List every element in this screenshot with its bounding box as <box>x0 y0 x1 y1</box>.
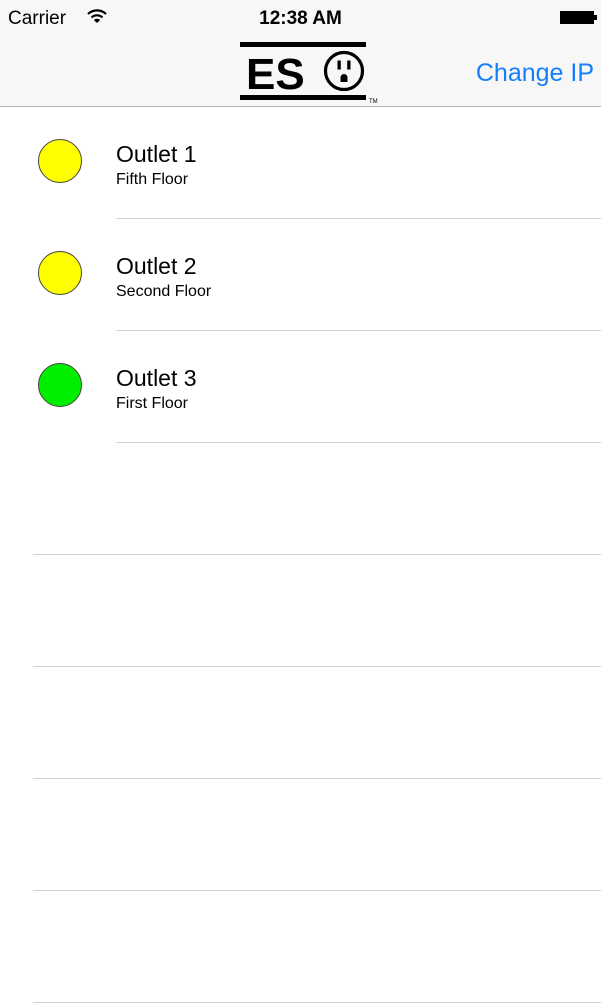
empty-row <box>0 891 601 1003</box>
status-indicator <box>38 251 82 295</box>
outlet-list: Outlet 1 Fifth Floor Outlet 2 Second Flo… <box>0 107 601 1003</box>
eso-logo: ES TM <box>240 42 378 104</box>
outlet-title: Outlet 2 <box>116 253 197 279</box>
battery-full-icon <box>560 11 597 24</box>
outlet-title: Outlet 3 <box>116 365 197 391</box>
empty-row <box>0 443 601 555</box>
empty-row <box>0 667 601 779</box>
outlet-title: Outlet 1 <box>116 141 197 167</box>
outlet-location: First Floor <box>116 395 188 412</box>
status-indicator <box>38 139 82 183</box>
outlet-location: Second Floor <box>116 283 212 300</box>
outlet-location: Fifth Floor <box>116 171 189 188</box>
status-indicator <box>38 363 82 407</box>
status-bar: Carrier 12:38 AM <box>0 0 601 40</box>
list-item[interactable]: Outlet 2 Second Floor <box>0 219 601 331</box>
trademark-label: TM <box>369 99 378 104</box>
navigation-bar: ES TM Change IP <box>0 40 601 107</box>
list-item[interactable]: Outlet 3 First Floor <box>0 331 601 443</box>
change-ip-button[interactable]: Change IP <box>476 58 594 88</box>
logo-text: ES <box>246 50 305 99</box>
empty-row <box>0 779 601 891</box>
list-item[interactable]: Outlet 1 Fifth Floor <box>0 107 601 219</box>
status-time: 12:38 AM <box>259 8 342 29</box>
empty-row <box>0 555 601 667</box>
